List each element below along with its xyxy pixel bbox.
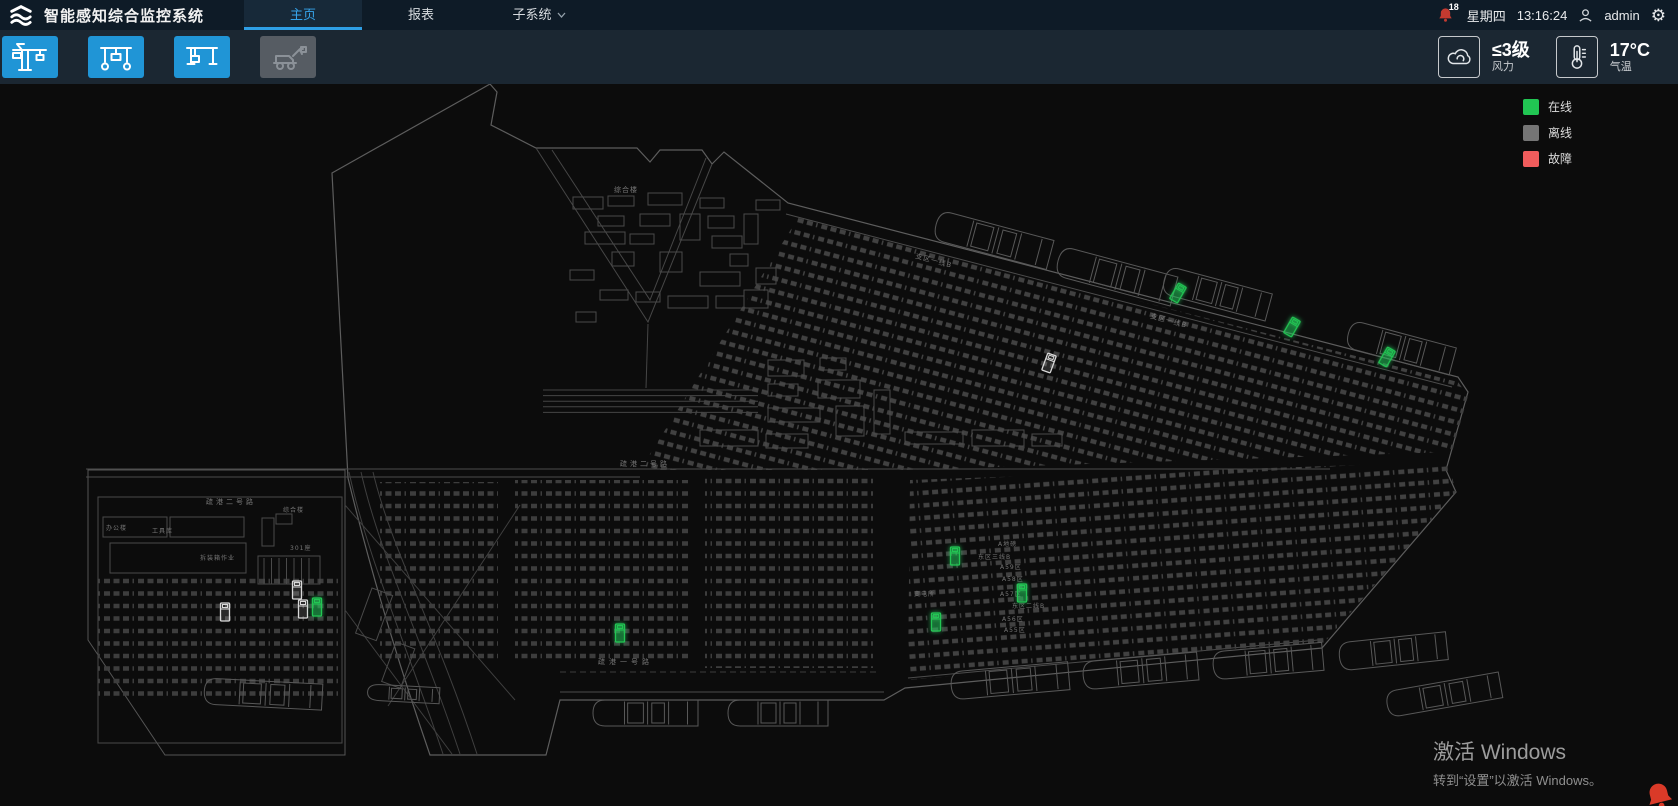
map-label: 301座: [290, 544, 311, 552]
legend-fault: 故障: [1523, 150, 1572, 167]
port-map[interactable]: 综合楼疏港二号路疏港二号路疏港一号路办公楼工具库拆装箱作业综合楼301座变电所A…: [0, 84, 1678, 806]
rmg-crane-button[interactable]: [174, 36, 230, 78]
map-label: 综合楼: [283, 506, 304, 514]
corner-alert-bell-icon[interactable]: [1644, 780, 1674, 806]
settings-gear-icon[interactable]: ⚙: [1651, 7, 1666, 24]
equipment-toolbar: ≤3级 风力 17°C 气温: [0, 30, 1678, 84]
map-label: 拆装箱作业: [200, 554, 235, 562]
truck-marker-offline[interactable]: [293, 581, 302, 599]
map-label: 疏港二号路: [206, 497, 256, 506]
truck-marker-offline[interactable]: [299, 600, 308, 618]
map-label: 工具库: [152, 527, 173, 535]
tab-reports[interactable]: 报表: [362, 0, 480, 30]
top-navbar: 智能感知综合监控系统 主页 报表 子系统 18 星期四 13:16:24 adm…: [0, 0, 1678, 30]
map-label: 东区三线B: [978, 553, 1011, 561]
truck-marker-online[interactable]: [1018, 584, 1027, 602]
notification-count: 18: [1449, 2, 1459, 12]
temperature-label: 气温: [1610, 60, 1650, 74]
truck-marker-online[interactable]: [616, 624, 625, 642]
temperature-icon: [1556, 36, 1598, 78]
map-label: 疏港一号路: [598, 657, 653, 666]
online-swatch: [1523, 99, 1539, 115]
page-title: 智能感知综合监控系统: [44, 5, 204, 26]
tab-subsystems[interactable]: 子系统: [480, 0, 598, 30]
notification-bell-icon[interactable]: 18: [1438, 6, 1456, 24]
ship: [593, 700, 698, 726]
user-icon: [1578, 8, 1593, 23]
rtg-crane-button[interactable]: [88, 36, 144, 78]
chevron-down-icon: [557, 12, 566, 18]
legend-offline: 离线: [1523, 124, 1572, 141]
clock: 13:16:24: [1517, 8, 1568, 23]
username[interactable]: admin: [1604, 8, 1639, 23]
ship: [367, 684, 440, 704]
legend-online: 在线: [1523, 98, 1572, 115]
quay-crane-button[interactable]: [2, 36, 58, 78]
map-label: A59区: [1000, 564, 1022, 571]
tab-home[interactable]: 主页: [244, 0, 362, 30]
offline-swatch: [1523, 125, 1539, 141]
map-label: A地磅: [998, 540, 1017, 548]
map-label: A56区: [1002, 616, 1024, 623]
map-label: 变电所: [914, 590, 935, 598]
wind-value: ≤3级: [1492, 40, 1530, 60]
map-label: 疏港二号路: [620, 459, 670, 468]
map-container: 综合楼疏港二号路疏港二号路疏港一号路办公楼工具库拆装箱作业综合楼301座变电所A…: [0, 84, 1678, 806]
map-label: 东区二线B: [1012, 602, 1045, 610]
truck-marker-online[interactable]: [1284, 317, 1301, 337]
truck-marker-online[interactable]: [951, 547, 960, 565]
truck-marker-online[interactable]: [932, 613, 941, 631]
container-truck-button: [260, 36, 316, 78]
map-label: A55区: [1004, 627, 1026, 634]
map-label: 综合楼: [614, 185, 638, 194]
main-tabs: 主页 报表 子系统: [244, 0, 598, 30]
ship: [728, 700, 828, 726]
temperature-value: 17°C: [1610, 40, 1650, 60]
truck-marker-online[interactable]: [1170, 283, 1187, 303]
ship: [1385, 672, 1503, 718]
truck-marker-online[interactable]: [313, 598, 322, 616]
ship: [1338, 632, 1448, 671]
wind-icon: [1438, 36, 1480, 78]
truck-marker-offline[interactable]: [221, 603, 230, 621]
map-label: 办公楼: [106, 524, 127, 532]
fault-swatch: [1523, 151, 1539, 167]
wind-label: 风力: [1492, 60, 1530, 74]
weather-widget: ≤3级 风力 17°C 气温: [1438, 36, 1678, 78]
weekday-label: 星期四: [1467, 6, 1506, 25]
app-logo-icon: [8, 2, 34, 28]
status-legend: 在线 离线 故障: [1523, 98, 1572, 176]
map-label: A58区: [1002, 576, 1024, 583]
